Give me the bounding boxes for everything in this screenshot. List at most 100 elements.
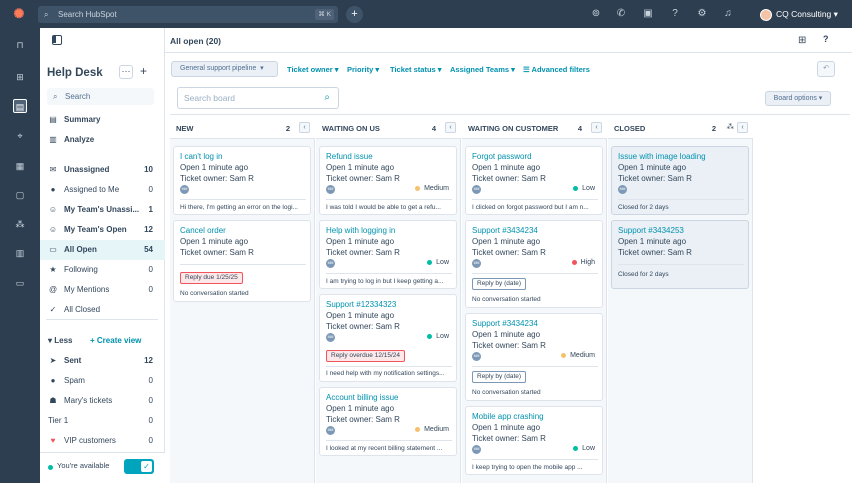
- sidebar-item-marys-tickets[interactable]: ☗ Mary's tickets 0: [40, 391, 165, 411]
- ticket-title[interactable]: Support #3434234: [472, 319, 538, 328]
- ticket-card[interactable]: Account billing issue Open 1 minute ago …: [319, 387, 457, 456]
- account-menu[interactable]: CQ Consulting ▾: [760, 7, 838, 21]
- ticket-title[interactable]: Help with logging in: [326, 226, 395, 235]
- ticket-title[interactable]: Refund issue: [326, 152, 373, 161]
- phone-icon[interactable]: ✆: [615, 8, 627, 20]
- inbox-icon[interactable]: ▤: [13, 99, 27, 113]
- less-toggle[interactable]: ▾ Less: [48, 336, 72, 345]
- ticket-card[interactable]: Mobile app crashing Open 1 minute ago Ti…: [465, 406, 603, 475]
- conversation-status: No conversation started: [180, 290, 249, 297]
- divider: [326, 440, 452, 441]
- ticket-title[interactable]: Account billing issue: [326, 393, 398, 402]
- filter-label: Ticket owner: [287, 65, 333, 74]
- filter-ticket-status[interactable]: Ticket status ▾: [390, 65, 442, 74]
- folder-icon[interactable]: ▭: [13, 276, 27, 290]
- ticket-card[interactable]: Help with logging in Open 1 minute ago T…: [319, 220, 457, 289]
- automation-icon[interactable]: ⁂: [13, 217, 27, 231]
- sidebar-item-count: 0: [148, 416, 153, 425]
- filter-assigned-teams[interactable]: Assigned Teams ▾: [450, 65, 515, 74]
- availability-toggle[interactable]: [124, 459, 154, 474]
- inbox-icon: ▭: [49, 245, 57, 254]
- automation-icon[interactable]: ⁂: [727, 122, 735, 131]
- filter-label: Assigned Teams: [450, 65, 510, 74]
- upgrade-icon[interactable]: ⊚: [590, 8, 602, 20]
- avatar: MM: [618, 185, 627, 194]
- sales-icon[interactable]: ▢: [13, 188, 27, 202]
- ticket-card[interactable]: Support #3434234 Open 1 minute ago Ticke…: [465, 313, 603, 401]
- add-view-button[interactable]: +: [140, 64, 147, 78]
- sidebar-item-all-open[interactable]: ▭ All Open 54: [40, 240, 165, 260]
- sidebar-item-summary[interactable]: ▤ Summary: [40, 110, 165, 130]
- collapse-column-icon[interactable]: ‹: [737, 122, 748, 133]
- bookmark-icon[interactable]: ⊓: [13, 38, 27, 52]
- sidebar-item-sent[interactable]: ➤ Sent 12: [40, 351, 165, 371]
- divider: [618, 199, 744, 200]
- ticket-title[interactable]: Support #3434253: [618, 226, 684, 235]
- help-icon[interactable]: ?: [669, 8, 681, 20]
- dashboard-icon[interactable]: ⊞: [13, 70, 27, 84]
- sidebar-item-team-open[interactable]: ☺ My Team's Open 12: [40, 220, 165, 240]
- create-new-button[interactable]: +: [346, 6, 363, 23]
- ticket-title[interactable]: Support #12334323: [326, 300, 396, 309]
- ticket-title[interactable]: Issue with image loading: [618, 152, 706, 161]
- sidebar-item-label: Tier 1: [48, 416, 69, 425]
- help-button[interactable]: ?: [823, 34, 829, 44]
- ticket-title[interactable]: Forgot password: [472, 152, 532, 161]
- sidebar-item-assigned-to-me[interactable]: ● Assigned to Me 0: [40, 180, 165, 200]
- sidebar-item-analyze[interactable]: ▥ Analyze: [40, 130, 165, 150]
- board-options-button[interactable]: Board options ▾: [765, 91, 831, 106]
- panel-search-input[interactable]: ⌕ Search: [47, 88, 154, 105]
- sidebar-item-tier-1[interactable]: Tier 1 0: [40, 411, 165, 431]
- sidebar-item-vip-customers[interactable]: ♥ VIP customers 0: [40, 431, 165, 451]
- ticket-title[interactable]: Support #3434234: [472, 226, 538, 235]
- ticket-card[interactable]: Forgot password Open 1 minute ago Ticket…: [465, 146, 603, 215]
- ticket-title[interactable]: Cancel order: [180, 226, 226, 235]
- hubspot-logo-icon[interactable]: ✺: [12, 7, 26, 21]
- pipeline-select[interactable]: General support pipeline ▾: [171, 61, 278, 77]
- ticket-card[interactable]: Support #3434234 Open 1 minute ago Ticke…: [465, 220, 603, 308]
- content-icon[interactable]: ▦: [13, 159, 27, 173]
- more-options-button[interactable]: ···: [119, 65, 133, 79]
- settings-gear-icon[interactable]: ⚙: [696, 8, 708, 20]
- ticket-card[interactable]: Cancel order Open 1 minute ago Ticket ow…: [173, 220, 311, 302]
- sidebar-item-following[interactable]: ★ Following 0: [40, 260, 165, 280]
- collapse-column-icon[interactable]: ‹: [591, 122, 602, 133]
- advanced-filters-button[interactable]: ☰ Advanced filters: [523, 65, 590, 74]
- collapse-column-icon[interactable]: ‹: [445, 122, 456, 133]
- priority-indicator: Medium: [415, 426, 449, 433]
- ticket-card[interactable]: Refund issue Open 1 minute ago Ticket ow…: [319, 146, 457, 215]
- filter-priority[interactable]: Priority ▾: [347, 65, 379, 74]
- heart-icon: ♥: [50, 436, 56, 445]
- notifications-bell-icon[interactable]: ♫: [722, 8, 734, 20]
- sidebar-item-mentions[interactable]: @ My Mentions 0: [40, 280, 165, 300]
- ticket-card[interactable]: Support #3434253 Open 1 minute ago Ticke…: [611, 220, 749, 289]
- sidebar-item-count: 0: [148, 285, 153, 294]
- ticket-preview: I am trying to log in but I keep getting…: [326, 278, 444, 285]
- marketplace-icon[interactable]: ▣: [642, 8, 654, 20]
- sidebar-item-all-closed[interactable]: ✓ All Closed: [40, 300, 165, 320]
- sidebar-item-label: Assigned to Me: [64, 185, 120, 194]
- summary-icon: ▤: [49, 115, 57, 124]
- ticket-title[interactable]: I can't log in: [180, 152, 222, 161]
- send-icon: ➤: [49, 356, 57, 365]
- sidebar-item-spam[interactable]: ● Spam 0: [40, 371, 165, 391]
- ticket-card[interactable]: I can't log in Open 1 minute ago Ticket …: [173, 146, 311, 215]
- apps-grid-icon[interactable]: ⊞: [798, 35, 806, 46]
- ticket-card[interactable]: Issue with image loading Open 1 minute a…: [611, 146, 749, 215]
- undo-icon[interactable]: ↶: [817, 61, 835, 77]
- sidebar-item-unassigned[interactable]: ✉ Unassigned 10: [40, 160, 165, 180]
- reports-icon[interactable]: ▥: [13, 246, 27, 260]
- global-search[interactable]: ⌕ Search HubSpot ⌘ K: [38, 6, 338, 23]
- sidebar-item-label: Spam: [64, 376, 85, 385]
- ticket-card[interactable]: Support #12334323 Open 1 minute ago Tick…: [319, 294, 457, 382]
- filter-ticket-owner[interactable]: Ticket owner ▾: [287, 65, 339, 74]
- ticket-owner: Ticket owner: Sam R: [326, 174, 400, 183]
- collapse-column-icon[interactable]: ‹: [299, 122, 310, 133]
- collapse-panel-icon[interactable]: [52, 35, 62, 45]
- create-view-button[interactable]: + Create view: [90, 336, 141, 345]
- marketing-icon[interactable]: ⌖: [13, 129, 27, 143]
- ticket-title[interactable]: Mobile app crashing: [472, 412, 544, 421]
- sidebar-item-team-unassigned[interactable]: ☺ My Team's Unassi... 1: [40, 200, 165, 220]
- at-icon: @: [48, 285, 58, 294]
- board-search-input[interactable]: Search board ⌕: [177, 87, 339, 109]
